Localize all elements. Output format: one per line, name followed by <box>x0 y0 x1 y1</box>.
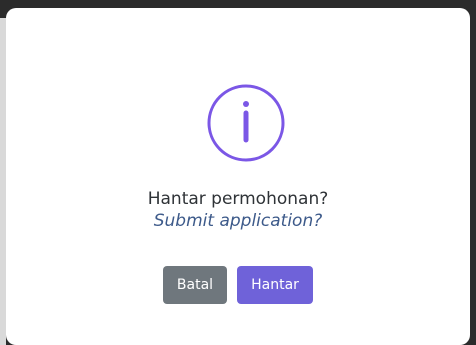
info-icon <box>206 83 286 163</box>
dialog-subtitle: Submit application? <box>153 211 323 231</box>
window-frame: Hantar permohonan? Submit application? B… <box>0 0 476 345</box>
dialog-title: Hantar permohonan? <box>147 189 329 209</box>
confirmation-dialog: Hantar permohonan? Submit application? B… <box>6 8 470 345</box>
dialog-actions: Batal Hantar <box>6 266 470 304</box>
cancel-button[interactable]: Batal <box>163 266 227 304</box>
dialog-message: Hantar permohonan? Submit application? <box>6 188 470 232</box>
submit-button[interactable]: Hantar <box>237 266 313 304</box>
